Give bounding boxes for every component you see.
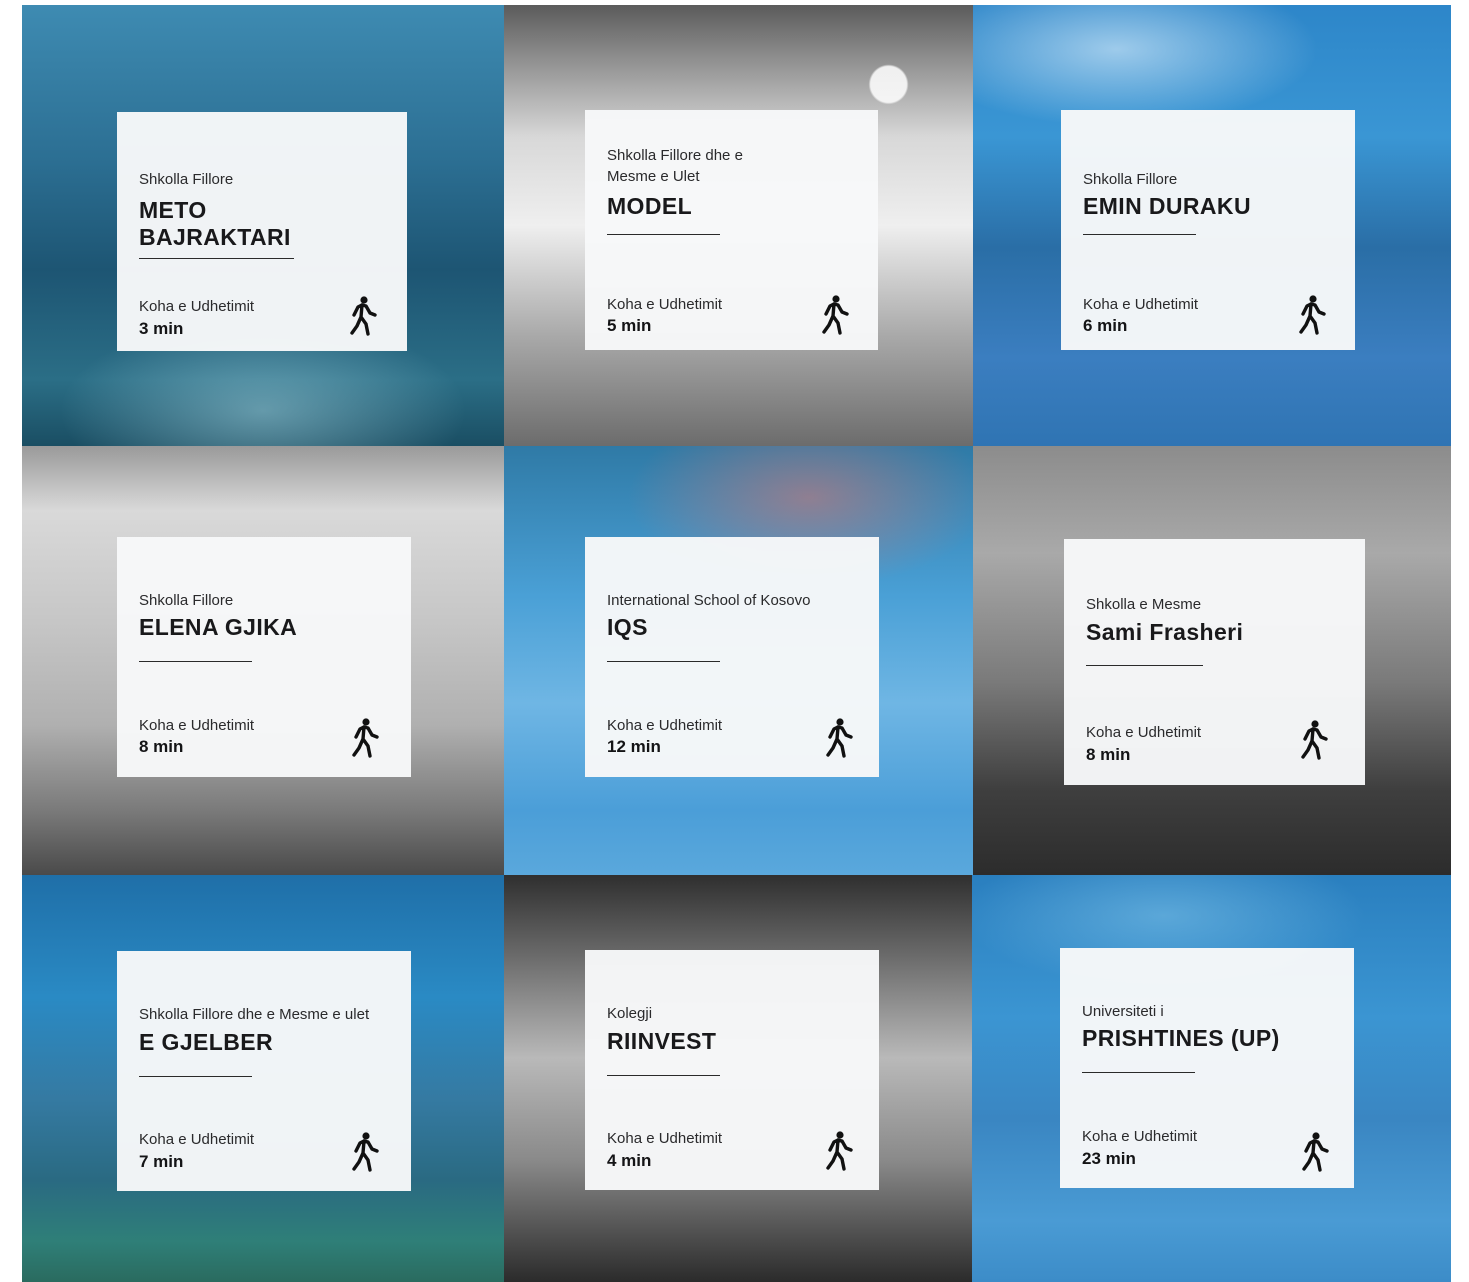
school-tile-riinvest[interactable]: Kolegji RIINVEST Koha e Udhetimit 4 min xyxy=(504,875,972,1282)
school-card[interactable]: Shkolla Fillore METO BAJRAKTARI Koha e U… xyxy=(117,112,407,351)
school-name: EMIN DURAKU xyxy=(1083,193,1251,219)
travel-time-label: Koha e Udhetimit xyxy=(139,1131,255,1148)
walking-person-icon xyxy=(825,718,853,758)
school-category: International School of Kosovo xyxy=(607,592,811,609)
school-card[interactable]: Shkolla Fillore dhe e Mesme e Ulet MODEL… xyxy=(585,110,878,350)
school-card[interactable]: Shkolla Fillore EMIN DURAKU Koha e Udhet… xyxy=(1061,110,1355,350)
school-category: Shkolla Fillore dhe e Mesme e ulet xyxy=(139,1006,370,1023)
school-card[interactable]: Shkolla Fillore ELENA GJIKA Koha e Udhet… xyxy=(117,537,411,777)
school-name: E GJELBER xyxy=(139,1029,273,1055)
school-name: RIINVEST xyxy=(607,1028,717,1054)
travel-time-value: 12 min xyxy=(607,737,661,756)
walking-person-icon xyxy=(1301,1132,1329,1172)
travel-time-value: 3 min xyxy=(139,319,184,338)
travel-time-value: 8 min xyxy=(139,737,184,756)
travel-time-value: 4 min xyxy=(607,1151,652,1170)
divider xyxy=(1083,234,1196,235)
travel-time-label: Koha e Udhetimit xyxy=(607,717,723,734)
divider xyxy=(139,258,294,259)
school-tile-prishtines-up[interactable]: Universiteti i PRISHTINES (UP) Koha e Ud… xyxy=(972,875,1451,1282)
divider xyxy=(607,661,720,662)
school-name: ELENA GJIKA xyxy=(139,614,298,640)
school-category: Shkolla Fillore dhe e Mesme e Ulet xyxy=(607,147,743,185)
travel-time-value: 6 min xyxy=(1083,316,1128,335)
divider xyxy=(607,1075,720,1076)
travel-time-value: 5 min xyxy=(607,316,652,335)
walking-person-icon xyxy=(1300,720,1328,760)
divider xyxy=(139,1076,252,1077)
travel-time-value: 8 min xyxy=(1086,745,1131,764)
school-category: Kolegji xyxy=(607,1005,653,1022)
travel-time-label: Koha e Udhetimit xyxy=(139,717,255,734)
school-tile-emin-duraku[interactable]: Shkolla Fillore EMIN DURAKU Koha e Udhet… xyxy=(973,5,1451,446)
walking-person-icon xyxy=(821,295,849,335)
walking-person-icon xyxy=(351,718,379,758)
school-card[interactable]: International School of Kosovo IQS Koha … xyxy=(585,537,879,777)
school-category: Shkolla e Mesme xyxy=(1086,596,1202,613)
divider xyxy=(1086,665,1203,666)
school-name: Sami Frasheri xyxy=(1086,619,1244,645)
school-category: Shkolla Fillore xyxy=(139,592,234,609)
school-card[interactable]: Kolegji RIINVEST Koha e Udhetimit 4 min xyxy=(585,950,879,1190)
travel-time-label: Koha e Udhetimit xyxy=(1086,724,1202,741)
school-category: Shkolla Fillore xyxy=(139,171,234,188)
school-category: Universiteti i xyxy=(1082,1003,1164,1020)
divider xyxy=(607,234,720,235)
divider xyxy=(139,661,252,662)
travel-time-label: Koha e Udhetimit xyxy=(607,296,723,313)
school-name: MODEL xyxy=(607,193,693,219)
travel-time-label: Koha e Udhetimit xyxy=(1082,1128,1198,1145)
travel-time-label: Koha e Udhetimit xyxy=(1083,296,1199,313)
school-tile-meto-bajraktari[interactable]: Shkolla Fillore METO BAJRAKTARI Koha e U… xyxy=(22,5,504,446)
travel-time-label: Koha e Udhetimit xyxy=(607,1130,723,1147)
school-card[interactable]: Universiteti i PRISHTINES (UP) Koha e Ud… xyxy=(1060,948,1354,1188)
school-name: METO BAJRAKTARI xyxy=(139,197,291,250)
walking-person-icon xyxy=(351,1132,379,1172)
school-category: Shkolla Fillore xyxy=(1083,171,1178,188)
school-tile-model[interactable]: Shkolla Fillore dhe e Mesme e Ulet MODEL… xyxy=(504,5,973,446)
school-tile-elena-gjika[interactable]: Shkolla Fillore ELENA GJIKA Koha e Udhet… xyxy=(22,446,504,875)
school-name: PRISHTINES (UP) xyxy=(1082,1025,1280,1051)
walking-person-icon xyxy=(825,1131,853,1171)
school-name: IQS xyxy=(607,614,648,640)
walking-person-icon xyxy=(349,296,377,336)
school-card[interactable]: Shkolla e Mesme Sami Frasheri Koha e Udh… xyxy=(1064,539,1365,785)
travel-time-value: 7 min xyxy=(139,1152,184,1171)
walking-person-icon xyxy=(1298,295,1326,335)
school-tile-iqs[interactable]: International School of Kosovo IQS Koha … xyxy=(504,446,973,875)
school-tile-e-gjelber[interactable]: Shkolla Fillore dhe e Mesme e ulet E GJE… xyxy=(22,875,504,1282)
school-card[interactable]: Shkolla Fillore dhe e Mesme e ulet E GJE… xyxy=(117,951,411,1191)
travel-time-label: Koha e Udhetimit xyxy=(139,298,255,315)
travel-time-value: 23 min xyxy=(1082,1149,1136,1168)
school-tile-sami-frasheri[interactable]: Shkolla e Mesme Sami Frasheri Koha e Udh… xyxy=(973,446,1451,875)
divider xyxy=(1082,1072,1195,1073)
